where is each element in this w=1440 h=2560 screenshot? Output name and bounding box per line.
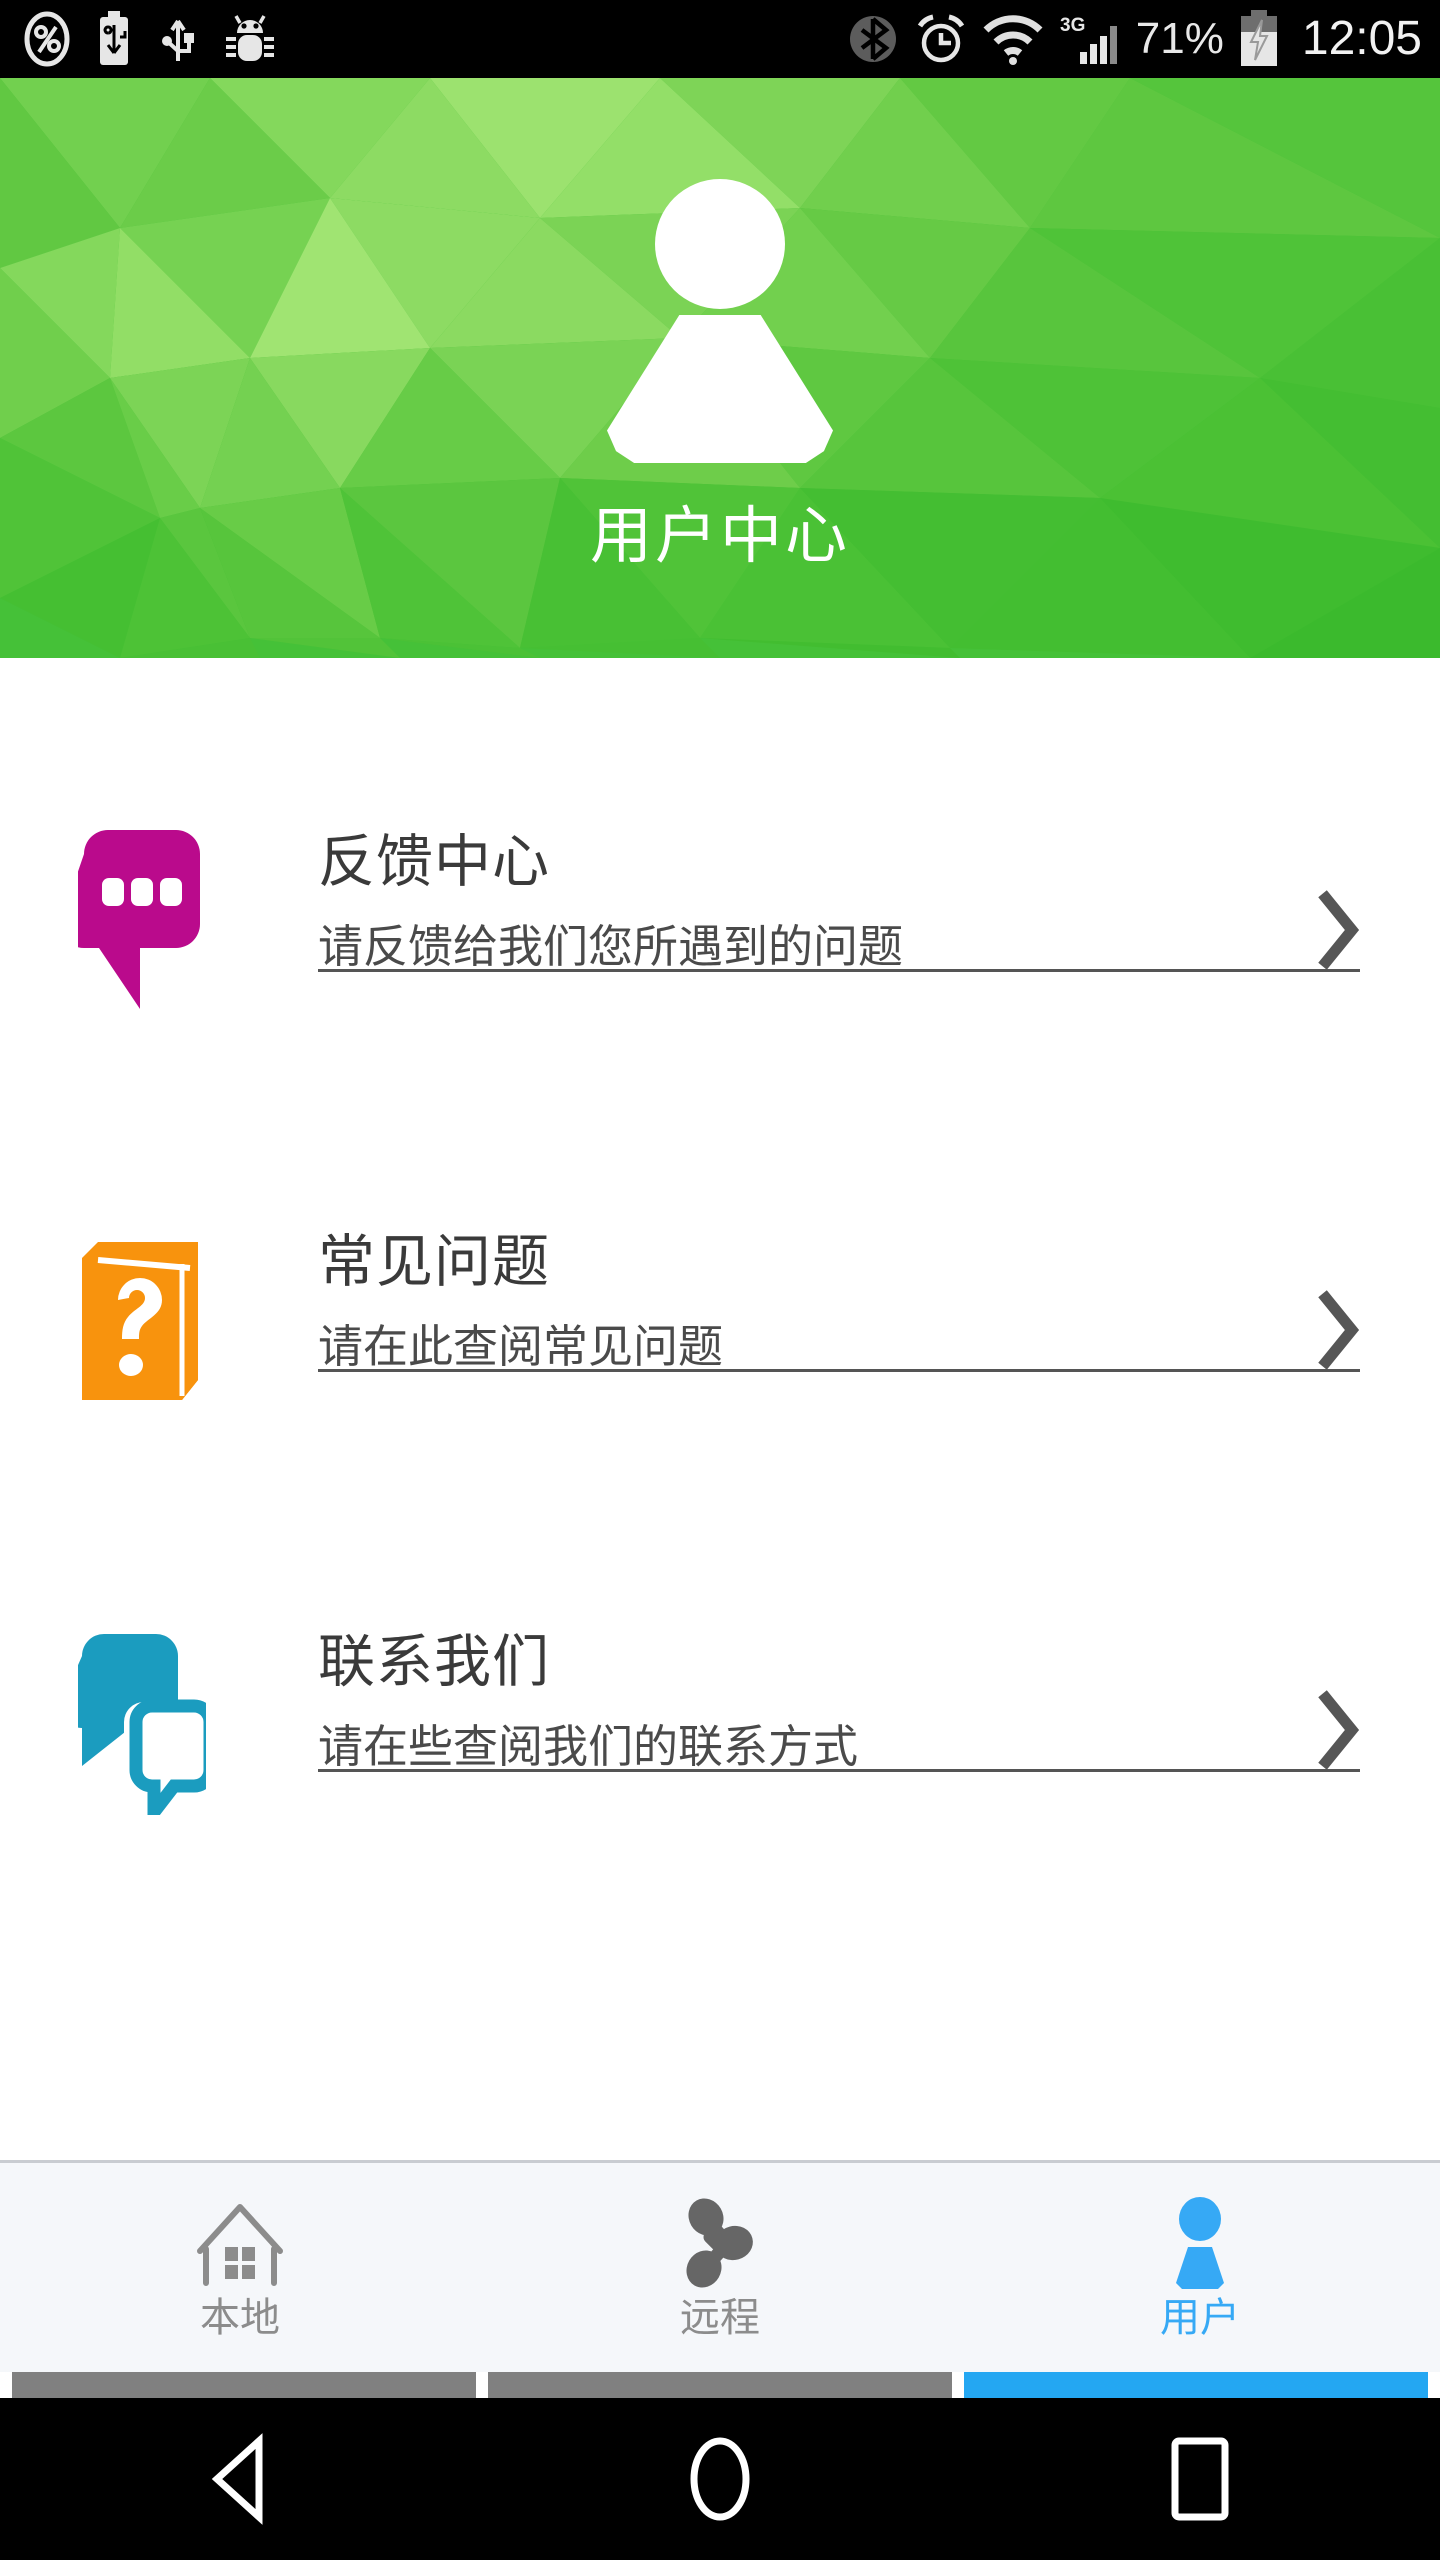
menu-list: 反馈中心 请反馈给我们您所遇到的问题 常见问题 请在此查阅常见问题 联系我们 请… [0,658,1440,1858]
tab-indicator-user[interactable] [964,2372,1428,2398]
list-item-texts: 常见问题 请在此查阅常见问题 [318,1229,1290,1373]
bluetooth-icon [849,16,896,62]
tab-indicator-remote[interactable] [488,2372,952,2398]
speech-bubble-dots-icon [78,830,200,1009]
home-button[interactable] [480,2433,960,2525]
chevron-right-icon[interactable] [1316,1690,1362,1770]
avatar-head [655,179,785,309]
status-bar-left-icons [24,11,846,67]
network-type-label: 3G [1060,15,1085,36]
list-item-title: 常见问题 [318,1229,550,1295]
tab-label: 用户 [1160,2294,1240,2341]
android-debug-icon [226,15,274,61]
usb-icon [162,19,194,61]
home-circle-icon [690,2437,750,2521]
back-triangle-icon [211,2433,263,2525]
cellular-signal-icon: 3G [1060,15,1117,64]
list-item-title: 反馈中心 [318,829,550,895]
tab-user[interactable]: 用户 [960,2163,1440,2372]
page-title: 用户中心 [589,499,850,572]
double-speech-bubble-icon [78,1634,206,1815]
list-item-subtitle: 请在些查阅我们的联系方式 [318,1719,859,1773]
list-item-divider [318,1369,1360,1372]
bottom-tab-bar: 本地 远程 用户 [0,2160,1440,2372]
tab-label: 远程 [680,2294,760,2341]
recents-square-icon [1171,2437,1229,2521]
home-icon [192,2194,288,2292]
person-icon [1152,2194,1248,2292]
list-item[interactable]: 联系我们 请在些查阅我们的联系方式 [0,1458,1440,1858]
list-item-divider [318,1769,1360,1772]
percent-circle-icon [24,11,70,67]
recents-button[interactable] [960,2433,1440,2525]
chevron-right-icon[interactable] [1316,890,1362,970]
list-item[interactable]: 反馈中心 请反馈给我们您所遇到的问题 [0,658,1440,1058]
list-item-subtitle: 请在此查阅常见问题 [318,1319,724,1373]
chevron-right-icon[interactable] [1316,1290,1362,1370]
tab-label: 本地 [200,2294,280,2341]
list-item-title: 联系我们 [318,1629,550,1695]
avatar-body [607,315,833,463]
alarm-icon [917,14,964,63]
back-button[interactable] [0,2433,480,2525]
status-bar: 3G 71% 12:05 [0,0,1440,78]
network-nodes-icon [672,2194,768,2292]
clock-label: 12:05 [1301,12,1422,65]
status-bar-right-icons: 3G 71% 12:05 [846,10,1422,68]
tab-remote[interactable]: 远程 [480,2163,960,2372]
list-item-texts: 反馈中心 请反馈给我们您所遇到的问题 [318,829,1290,973]
list-item-texts: 联系我们 请在些查阅我们的联系方式 [318,1629,1290,1773]
android-nav-bar [0,2398,1440,2560]
profile-header-content: 用户中心 [0,78,1440,658]
tab-indicator-strip [0,2372,1440,2398]
wifi-icon [983,15,1043,65]
tab-indicator-local[interactable] [12,2372,476,2398]
list-item-divider [318,969,1360,972]
list-item[interactable]: 常见问题 请在此查阅常见问题 [0,1058,1440,1458]
battery-percent-label: 71% [1135,14,1224,63]
battery-charging-icon [1240,10,1277,66]
usb-battery-icon [100,11,128,65]
profile-header: 用户中心 [0,78,1440,658]
book-question-icon [82,1242,198,1400]
phone-screen: 3G 71% 12:05 用户中心 反馈中心 请反馈给我们您所遇到的问题 常见问… [0,0,1440,2560]
list-item-subtitle: 请反馈给我们您所遇到的问题 [318,919,904,973]
user-avatar-icon [600,179,840,479]
tab-local[interactable]: 本地 [0,2163,480,2372]
